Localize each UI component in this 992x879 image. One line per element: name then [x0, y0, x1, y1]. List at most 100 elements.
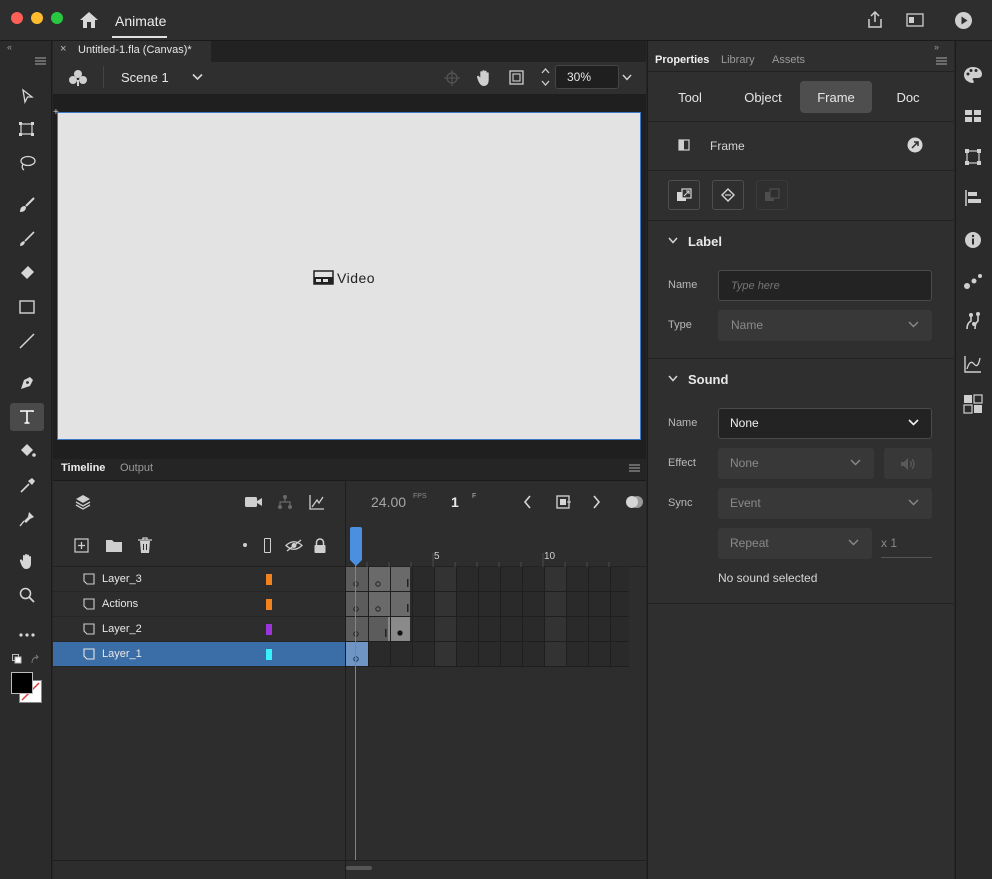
align-panel-icon[interactable] — [962, 187, 984, 209]
tools-menu-icon[interactable] — [35, 57, 46, 65]
previous-frame-icon[interactable] — [523, 495, 532, 509]
outline-layers-icon[interactable] — [264, 538, 271, 553]
lock-layers-icon[interactable] — [313, 538, 327, 554]
workspace-layout-icon[interactable] — [906, 13, 924, 27]
layer-color-swatch[interactable] — [266, 649, 272, 660]
more-tools-icon[interactable] — [10, 621, 44, 649]
zoom-tool-icon[interactable] — [10, 581, 44, 609]
fps-value[interactable]: 24.00 — [371, 494, 406, 510]
swatches-grid-icon[interactable] — [962, 105, 984, 127]
parenting-view-icon[interactable] — [277, 494, 293, 510]
maximize-window-button[interactable] — [51, 12, 63, 24]
delete-layer-icon[interactable] — [137, 537, 153, 554]
brush-tool-icon[interactable] — [10, 225, 44, 253]
pen-tool-icon[interactable] — [10, 369, 44, 397]
clip-to-stage-icon[interactable] — [508, 69, 525, 86]
motion-presets-icon[interactable] — [962, 270, 984, 292]
line-tool-icon[interactable] — [10, 327, 44, 355]
tab-assets[interactable]: Assets — [772, 54, 805, 66]
current-frame-value[interactable]: 1 — [451, 494, 459, 510]
asset-warp-tool-icon[interactable] — [10, 505, 44, 533]
mode-object-button[interactable]: Object — [730, 81, 796, 113]
transform-panel-icon[interactable] — [962, 146, 984, 168]
expand-panels-icon[interactable]: » — [934, 42, 939, 52]
timeline-horizontal-scrollbar[interactable] — [346, 866, 372, 870]
frame-ruler[interactable] — [346, 537, 629, 567]
new-layer-icon[interactable] — [74, 538, 89, 553]
eraser-tool-icon[interactable] — [10, 258, 44, 286]
home-icon[interactable] — [79, 11, 99, 29]
text-tool-icon[interactable] — [10, 403, 44, 431]
share-icon[interactable] — [866, 11, 884, 29]
stroke-color-swatch[interactable] — [11, 672, 33, 694]
swap-colors-icon[interactable] — [12, 654, 42, 666]
components-icon[interactable] — [962, 310, 984, 332]
chevron-down-icon[interactable] — [192, 73, 203, 81]
center-stage-icon[interactable] — [444, 70, 460, 86]
test-movie-play-icon[interactable] — [954, 11, 973, 30]
frame-label-name-input[interactable] — [718, 270, 932, 301]
properties-menu-icon[interactable] — [936, 57, 947, 65]
rectangle-tool-icon[interactable] — [10, 293, 44, 321]
layer-name[interactable]: Actions — [102, 598, 138, 610]
collapse-tools-icon[interactable]: « — [7, 42, 12, 52]
layer-color-swatch[interactable] — [266, 574, 272, 585]
tab-output[interactable]: Output — [120, 462, 153, 474]
selection-tool-icon[interactable] — [10, 82, 44, 110]
playhead-handle[interactable] — [349, 527, 363, 567]
next-frame-icon[interactable] — [592, 495, 601, 509]
mode-frame-button[interactable]: Frame — [800, 81, 872, 113]
highlight-layers-icon[interactable] — [243, 543, 247, 547]
swap-frame-button[interactable] — [712, 180, 744, 210]
free-transform-tool-icon[interactable] — [10, 115, 44, 143]
app-title-tab[interactable]: Animate — [115, 13, 166, 29]
video-component-icon[interactable] — [313, 270, 334, 285]
camera-icon[interactable] — [244, 495, 263, 509]
onion-skin-icon[interactable] — [625, 494, 645, 510]
lasso-tool-icon[interactable] — [10, 149, 44, 177]
layer-name[interactable]: Layer_3 — [102, 573, 142, 585]
tab-library[interactable]: Library — [721, 54, 755, 66]
hand-tool-icon[interactable] — [10, 547, 44, 575]
mode-tool-button[interactable]: Tool — [664, 81, 716, 113]
zoom-dropdown-chevron-icon[interactable] — [622, 74, 632, 81]
tab-timeline[interactable]: Timeline — [61, 462, 105, 474]
sound-repeat-count[interactable]: x 1 — [881, 536, 897, 550]
new-folder-icon[interactable] — [105, 538, 123, 553]
chevron-down-icon[interactable] — [668, 375, 678, 382]
layer-row-selected[interactable]: Layer_1 — [53, 642, 345, 667]
open-external-icon[interactable] — [907, 137, 923, 153]
sound-section-heading[interactable]: Sound — [688, 372, 728, 387]
chevron-down-icon[interactable] — [668, 237, 678, 244]
hide-layers-eye-icon[interactable] — [285, 539, 303, 552]
close-document-icon[interactable]: × — [60, 43, 66, 55]
eyedropper-tool-icon[interactable] — [10, 471, 44, 499]
minimize-window-button[interactable] — [31, 12, 43, 24]
code-snippets-icon[interactable] — [962, 393, 984, 415]
frame-grid[interactable] — [346, 567, 629, 667]
paint-bucket-tool-icon[interactable] — [10, 437, 44, 465]
rotate-stage-hand-icon[interactable] — [475, 68, 494, 87]
mode-doc-button[interactable]: Doc — [880, 81, 936, 113]
layer-color-swatch[interactable] — [266, 624, 272, 635]
edit-sound-envelope-button[interactable] — [884, 448, 932, 479]
convert-to-keyframe-button[interactable] — [668, 180, 700, 210]
tab-properties[interactable]: Properties — [655, 54, 709, 66]
layer-name[interactable]: Layer_1 — [102, 648, 142, 660]
tween-graph-icon[interactable] — [309, 494, 325, 510]
layer-depth-icon[interactable] — [74, 493, 92, 511]
zoom-stepper-icon[interactable] — [541, 67, 550, 87]
label-section-heading[interactable]: Label — [688, 234, 722, 249]
color-palette-icon[interactable] — [962, 64, 984, 86]
layer-row[interactable]: Layer_3 — [53, 567, 345, 592]
motion-editor-icon[interactable] — [962, 353, 984, 375]
layer-row[interactable]: Layer_2 — [53, 617, 345, 642]
layer-name[interactable]: Layer_2 — [102, 623, 142, 635]
timeline-menu-icon[interactable] — [629, 464, 640, 472]
scene-selector[interactable]: Scene 1 — [121, 70, 169, 85]
timeline-divider[interactable] — [345, 481, 346, 879]
layer-color-swatch[interactable] — [266, 599, 272, 610]
close-window-button[interactable] — [11, 12, 23, 24]
disabled-frame-action-button[interactable] — [756, 180, 788, 210]
info-icon[interactable] — [962, 229, 984, 251]
